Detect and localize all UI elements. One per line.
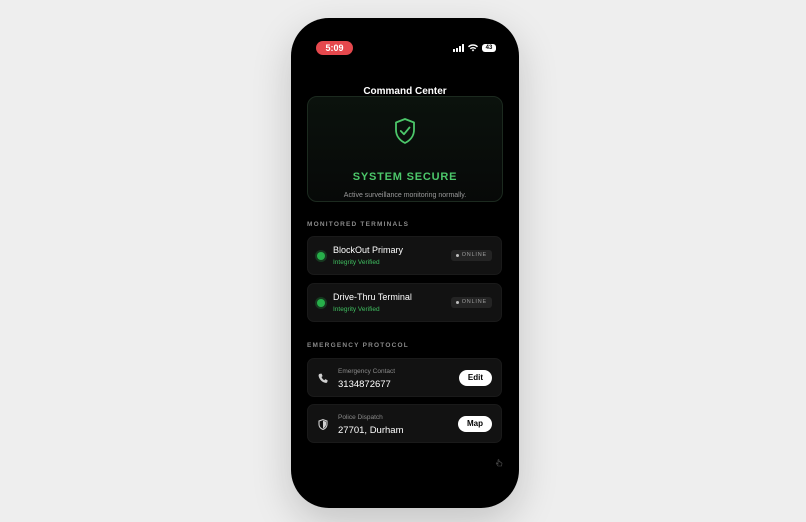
section-label-emergency: EMERGENCY PROTOCOL bbox=[307, 342, 409, 349]
emergency-contact-label: Emergency Contact bbox=[338, 368, 396, 375]
online-badge-label: ONLINE bbox=[461, 252, 487, 258]
edit-button[interactable]: Edit bbox=[458, 370, 492, 386]
terminal-status-text: Integrity Verified bbox=[333, 306, 380, 313]
status-bar: 5:09 43 bbox=[291, 18, 519, 58]
battery-icon: 43 bbox=[482, 44, 496, 52]
signal-icon bbox=[453, 44, 464, 52]
system-status-title: SYSTEM SECURE bbox=[352, 171, 458, 183]
terminal-row-blockout-primary[interactable]: BlockOut Primary Integrity Verified ONLI… bbox=[307, 236, 502, 275]
phone-frame: 5:09 43 Command Center SYSTEM SECURE Act… bbox=[291, 18, 519, 508]
online-badge: ONLINE bbox=[450, 297, 492, 308]
status-time: 5:09 bbox=[316, 41, 353, 55]
stage: 5:09 43 Command Center SYSTEM SECURE Act… bbox=[0, 0, 806, 522]
map-button[interactable]: Map bbox=[458, 416, 492, 432]
badge-dot-icon bbox=[455, 301, 459, 304]
terminal-name: Drive-Thru Terminal bbox=[333, 292, 412, 302]
online-badge-label: ONLINE bbox=[461, 299, 487, 305]
system-status-card: SYSTEM SECURE Active surveillance monito… bbox=[307, 96, 503, 202]
hand-pointer-icon[interactable] bbox=[495, 459, 503, 467]
terminal-status-text: Integrity Verified bbox=[333, 259, 380, 266]
system-status-subtitle: Active surveillance monitoring normally. bbox=[343, 192, 467, 199]
police-dispatch-label: Police Dispatch bbox=[338, 414, 383, 421]
shield-icon bbox=[318, 419, 328, 430]
section-label-terminals: MONITORED TERMINALS bbox=[307, 221, 410, 228]
police-dispatch-value: 27701, Durham bbox=[338, 425, 404, 436]
status-dot bbox=[317, 252, 325, 260]
phone-icon bbox=[318, 373, 328, 383]
emergency-contact-value: 3134872677 bbox=[338, 379, 391, 390]
status-icons: 43 bbox=[453, 43, 496, 53]
badge-dot-icon bbox=[455, 254, 459, 257]
terminal-name: BlockOut Primary bbox=[333, 245, 404, 255]
emergency-contact-row: Emergency Contact 3134872677 Edit bbox=[307, 358, 502, 397]
terminal-row-drive-thru[interactable]: Drive-Thru Terminal Integrity Verified O… bbox=[307, 283, 502, 322]
wifi-icon bbox=[468, 44, 478, 52]
status-dot bbox=[317, 299, 325, 307]
online-badge: ONLINE bbox=[450, 250, 492, 261]
shield-check-icon bbox=[395, 118, 415, 144]
police-dispatch-row: Police Dispatch 27701, Durham Map bbox=[307, 404, 502, 443]
